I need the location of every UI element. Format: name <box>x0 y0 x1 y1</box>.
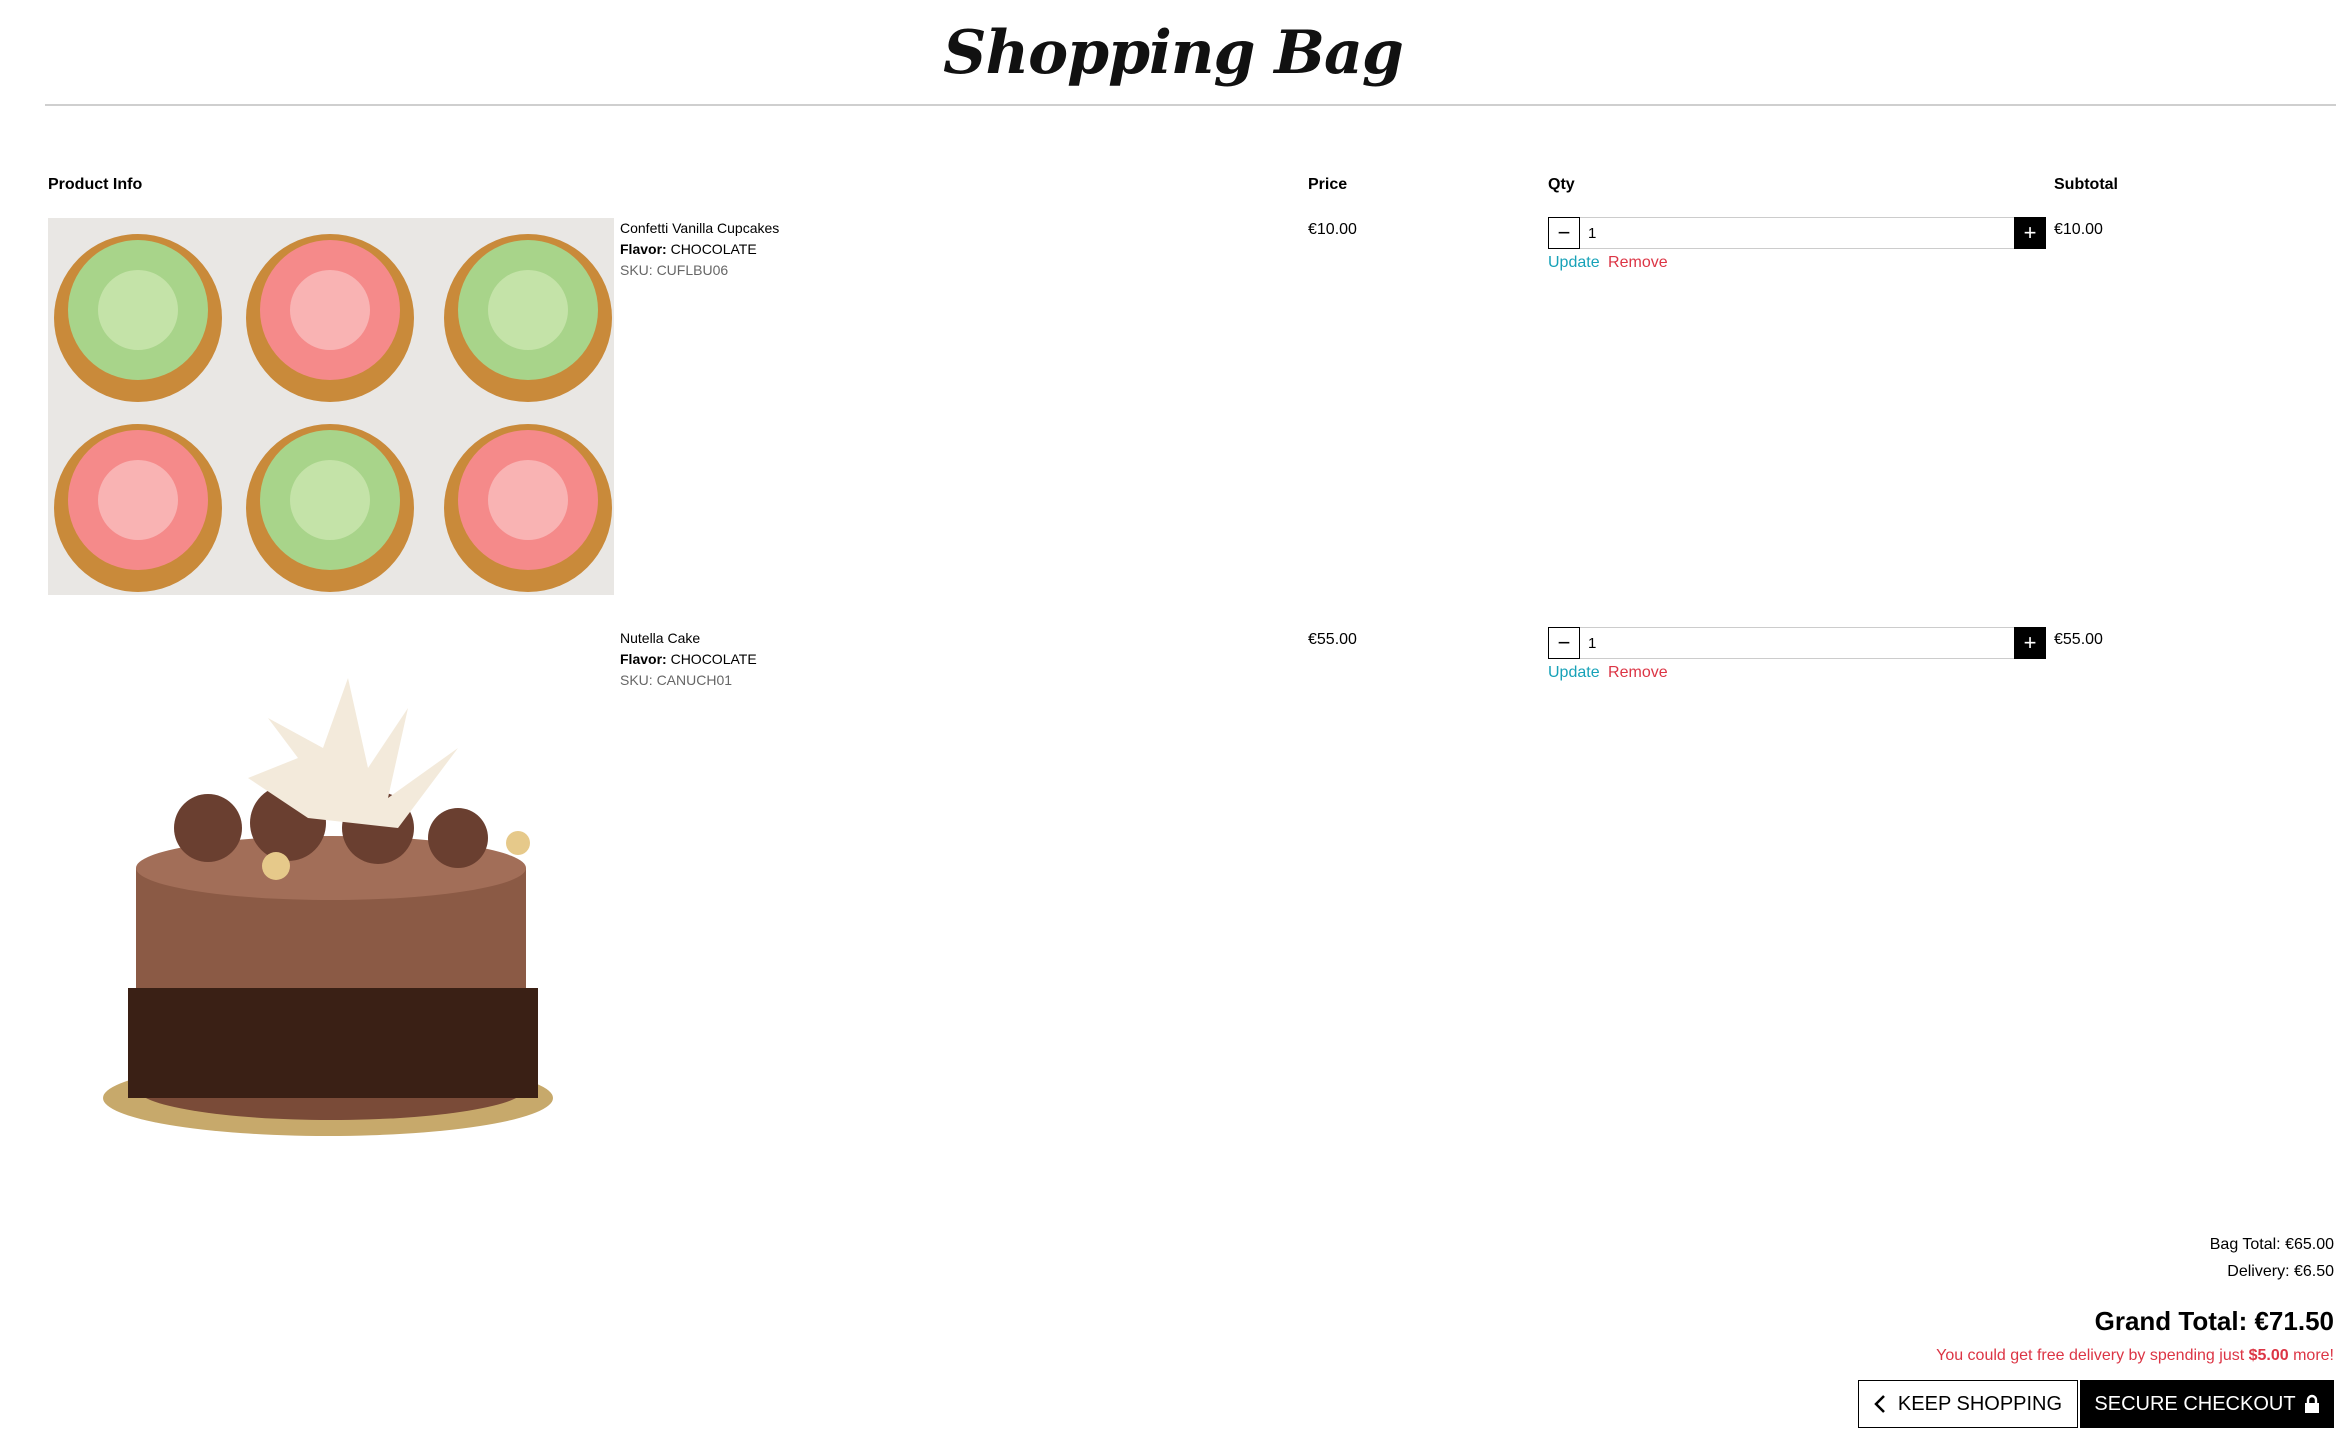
product-subtotal: €55.00 <box>2054 631 2103 648</box>
product-price: €55.00 <box>1308 631 1357 648</box>
product-price: €10.00 <box>1308 221 1357 238</box>
free-delivery-amount: $5.00 <box>2248 1347 2289 1364</box>
product-image[interactable] <box>48 628 614 1173</box>
chevron-left-icon <box>1874 1394 1886 1414</box>
product-sku: SKU: CUFLBU06 <box>620 262 729 278</box>
minus-icon: − <box>1557 630 1571 655</box>
title-divider <box>45 104 2336 106</box>
decrement-qty-button[interactable]: − <box>1548 627 1580 659</box>
update-link[interactable]: Update <box>1548 254 1600 271</box>
secure-checkout-button[interactable]: SECURE CHECKOUT <box>2080 1380 2334 1428</box>
quantity-input[interactable] <box>1580 627 2014 659</box>
free-delivery-prefix: You could get free delivery by spending … <box>1936 1347 2249 1364</box>
remove-link[interactable]: Remove <box>1608 664 1668 681</box>
item-actions: Update Remove <box>1548 664 1668 682</box>
lock-icon <box>2304 1394 2320 1414</box>
keep-shopping-button[interactable]: KEEP SHOPPING <box>1858 1380 2078 1428</box>
header-product-info: Product Info <box>48 176 143 193</box>
header-qty: Qty <box>1548 176 1575 193</box>
increment-qty-button[interactable]: + <box>2014 217 2046 249</box>
grand-total: Grand Total: €71.50 <box>2094 1306 2334 1336</box>
page-title: Shopping Bag <box>943 18 1404 88</box>
product-name: Nutella Cake <box>620 630 701 646</box>
item-actions: Update Remove <box>1548 254 1668 272</box>
flavor-value: CHOCOLATE <box>670 241 757 257</box>
product-flavor: Flavor: CHOCOLATE <box>620 241 757 257</box>
plus-icon: + <box>2023 220 2037 245</box>
keep-shopping-label: KEEP SHOPPING <box>1897 1392 2063 1415</box>
decrement-qty-button[interactable]: − <box>1548 217 1580 249</box>
minus-icon: − <box>1557 220 1571 245</box>
secure-checkout-label: SECURE CHECKOUT <box>2094 1392 2296 1415</box>
free-delivery-note: You could get free delivery by spending … <box>1936 1347 2334 1365</box>
free-delivery-suffix: more! <box>2288 1347 2334 1364</box>
quantity-input[interactable] <box>1580 217 2014 249</box>
flavor-label: Flavor: <box>620 241 667 257</box>
quantity-stepper: − + <box>1548 627 2046 659</box>
quantity-stepper: − + <box>1548 217 2046 249</box>
product-sku: SKU: CANUCH01 <box>620 672 733 688</box>
flavor-value: CHOCOLATE <box>670 651 757 667</box>
flavor-label: Flavor: <box>620 651 667 667</box>
update-link[interactable]: Update <box>1548 664 1600 681</box>
delivery-cost: Delivery: €6.50 <box>2227 1263 2334 1280</box>
product-image[interactable] <box>48 218 614 595</box>
header-subtotal: Subtotal <box>2054 176 2118 193</box>
product-flavor: Flavor: CHOCOLATE <box>620 651 757 667</box>
remove-link[interactable]: Remove <box>1608 254 1668 271</box>
header-price: Price <box>1308 176 1348 193</box>
increment-qty-button[interactable]: + <box>2014 627 2046 659</box>
product-name: Confetti Vanilla Cupcakes <box>620 220 780 236</box>
product-subtotal: €10.00 <box>2054 221 2103 238</box>
plus-icon: + <box>2023 630 2037 655</box>
bag-total: Bag Total: €65.00 <box>2209 1236 2334 1253</box>
